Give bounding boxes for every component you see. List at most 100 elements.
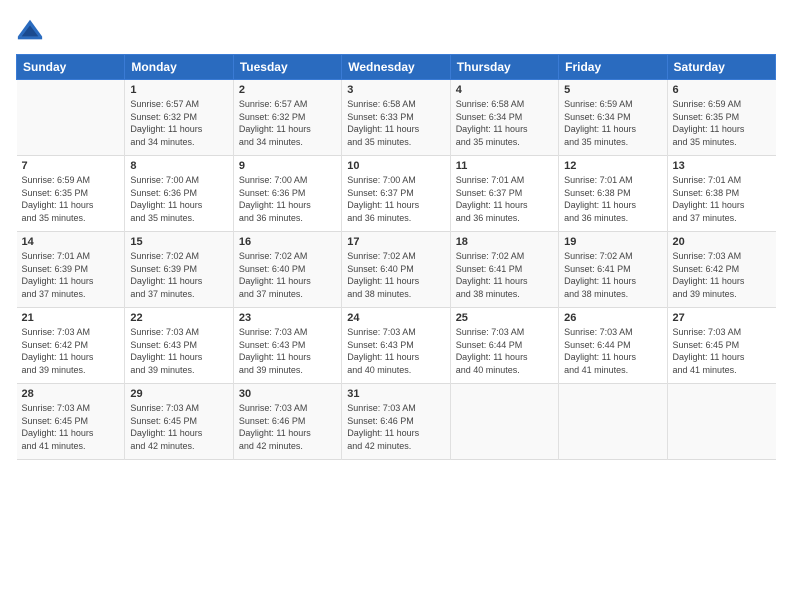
- cell-info: Sunrise: 6:59 AM Sunset: 6:34 PM Dayligh…: [564, 98, 661, 148]
- calendar-cell: 20Sunrise: 7:03 AM Sunset: 6:42 PM Dayli…: [667, 232, 775, 308]
- calendar-cell: 14 Sunrise: 7:01 AM Sunset: 6:39 PM Dayli…: [17, 232, 125, 308]
- day-number: 4: [456, 84, 553, 96]
- day-number: 25: [456, 312, 553, 324]
- calendar-cell: 25Sunrise: 7:03 AM Sunset: 6:44 PM Dayli…: [450, 308, 558, 384]
- calendar-cell: 24 Sunrise: 7:03 AM Sunset: 6:43 PM Dayli…: [342, 308, 450, 384]
- calendar-cell: 21 Sunrise: 7:03 AM Sunset: 6:42 PM Dayli…: [17, 308, 125, 384]
- cell-info: Sunrise: 7:03 AM Sunset: 6:43 PM Dayligh…: [347, 326, 444, 376]
- cell-info: Sunrise: 7:02 AM Sunset: 6:41 PM Dayligh…: [564, 250, 661, 300]
- calendar-cell: 15 Sunrise: 7:02 AM Sunset: 6:39 PM Dayli…: [125, 232, 233, 308]
- calendar-cell: 3 Sunrise: 6:58 AM Sunset: 6:33 PM Daylig…: [342, 80, 450, 156]
- day-number: 29: [130, 388, 227, 400]
- calendar-cell: [559, 384, 667, 460]
- calendar-cell: 27 Sunrise: 7:03 AM Sunset: 6:45 PM Dayli…: [667, 308, 775, 384]
- day-number: 16: [239, 236, 336, 248]
- day-number: 9: [239, 160, 336, 172]
- calendar-cell: 17 Sunrise: 7:02 AM Sunset: 6:40 PM Dayli…: [342, 232, 450, 308]
- cell-info: Sunrise: 6:58 AM Sunset: 6:33 PM Dayligh…: [347, 98, 444, 148]
- logo-icon: [16, 16, 44, 44]
- day-number: 26: [564, 312, 661, 324]
- cell-info: Sunrise: 7:03 AM Sunset: 6:43 PM Dayligh…: [130, 326, 227, 376]
- calendar-cell: 18Sunrise: 7:02 AM Sunset: 6:41 PM Dayli…: [450, 232, 558, 308]
- header: [16, 16, 776, 44]
- calendar-week-1: 1Sunrise: 6:57 AM Sunset: 6:32 PM Daylig…: [17, 80, 776, 156]
- cell-info: Sunrise: 7:03 AM Sunset: 6:43 PM Dayligh…: [239, 326, 336, 376]
- day-number: 19: [564, 236, 661, 248]
- day-number: 10: [347, 160, 444, 172]
- day-number: 20: [673, 236, 771, 248]
- day-number: 24: [347, 312, 444, 324]
- day-number: 3: [347, 84, 444, 96]
- header-cell-thursday: Thursday: [450, 55, 558, 80]
- cell-info: Sunrise: 7:02 AM Sunset: 6:39 PM Dayligh…: [130, 250, 227, 300]
- calendar-body: 1Sunrise: 6:57 AM Sunset: 6:32 PM Daylig…: [17, 80, 776, 460]
- day-number: 17: [347, 236, 444, 248]
- day-number: 21: [22, 312, 120, 324]
- cell-info: Sunrise: 7:03 AM Sunset: 6:42 PM Dayligh…: [22, 326, 120, 376]
- calendar-cell: [17, 80, 125, 156]
- calendar-table: SundayMondayTuesdayWednesdayThursdayFrid…: [16, 54, 776, 460]
- calendar-cell: 2 Sunrise: 6:57 AM Sunset: 6:32 PM Daylig…: [233, 80, 341, 156]
- header-cell-saturday: Saturday: [667, 55, 775, 80]
- day-number: 31: [347, 388, 444, 400]
- day-number: 22: [130, 312, 227, 324]
- cell-info: Sunrise: 7:01 AM Sunset: 6:39 PM Dayligh…: [22, 250, 120, 300]
- cell-info: Sunrise: 7:00 AM Sunset: 6:36 PM Dayligh…: [130, 174, 227, 224]
- day-number: 2: [239, 84, 336, 96]
- cell-info: Sunrise: 6:57 AM Sunset: 6:32 PM Dayligh…: [130, 98, 227, 148]
- day-number: 14: [22, 236, 120, 248]
- cell-info: Sunrise: 6:58 AM Sunset: 6:34 PM Dayligh…: [456, 98, 553, 148]
- cell-info: Sunrise: 6:57 AM Sunset: 6:32 PM Dayligh…: [239, 98, 336, 148]
- calendar-cell: 7Sunrise: 6:59 AM Sunset: 6:35 PM Daylig…: [17, 156, 125, 232]
- day-number: 7: [22, 160, 120, 172]
- calendar-cell: 31Sunrise: 7:03 AM Sunset: 6:46 PM Dayli…: [342, 384, 450, 460]
- header-cell-monday: Monday: [125, 55, 233, 80]
- calendar-cell: 5 Sunrise: 6:59 AM Sunset: 6:34 PM Daylig…: [559, 80, 667, 156]
- day-number: 8: [130, 160, 227, 172]
- day-number: 30: [239, 388, 336, 400]
- calendar-cell: 12 Sunrise: 7:01 AM Sunset: 6:38 PM Dayli…: [559, 156, 667, 232]
- header-cell-sunday: Sunday: [17, 55, 125, 80]
- calendar-week-2: 7Sunrise: 6:59 AM Sunset: 6:35 PM Daylig…: [17, 156, 776, 232]
- cell-info: Sunrise: 7:02 AM Sunset: 6:40 PM Dayligh…: [239, 250, 336, 300]
- day-number: 27: [673, 312, 771, 324]
- calendar-cell: 16 Sunrise: 7:02 AM Sunset: 6:40 PM Dayli…: [233, 232, 341, 308]
- cell-info: Sunrise: 7:02 AM Sunset: 6:40 PM Dayligh…: [347, 250, 444, 300]
- day-number: 28: [22, 388, 120, 400]
- day-number: 13: [673, 160, 771, 172]
- cell-info: Sunrise: 7:00 AM Sunset: 6:36 PM Dayligh…: [239, 174, 336, 224]
- logo: [16, 16, 48, 44]
- header-cell-tuesday: Tuesday: [233, 55, 341, 80]
- cell-info: Sunrise: 7:03 AM Sunset: 6:45 PM Dayligh…: [22, 402, 120, 452]
- cell-info: Sunrise: 7:01 AM Sunset: 6:37 PM Dayligh…: [456, 174, 553, 224]
- cell-info: Sunrise: 7:01 AM Sunset: 6:38 PM Dayligh…: [564, 174, 661, 224]
- cell-info: Sunrise: 7:03 AM Sunset: 6:45 PM Dayligh…: [130, 402, 227, 452]
- calendar-cell: 30Sunrise: 7:03 AM Sunset: 6:46 PM Dayli…: [233, 384, 341, 460]
- cell-info: Sunrise: 7:02 AM Sunset: 6:41 PM Dayligh…: [456, 250, 553, 300]
- calendar-cell: 13 Sunrise: 7:01 AM Sunset: 6:38 PM Dayli…: [667, 156, 775, 232]
- calendar-cell: 10 Sunrise: 7:00 AM Sunset: 6:37 PM Dayli…: [342, 156, 450, 232]
- calendar-cell: 8 Sunrise: 7:00 AM Sunset: 6:36 PM Daylig…: [125, 156, 233, 232]
- cell-info: Sunrise: 7:01 AM Sunset: 6:38 PM Dayligh…: [673, 174, 771, 224]
- calendar-cell: 11 Sunrise: 7:01 AM Sunset: 6:37 PM Dayli…: [450, 156, 558, 232]
- day-number: 12: [564, 160, 661, 172]
- header-row: SundayMondayTuesdayWednesdayThursdayFrid…: [17, 55, 776, 80]
- calendar-week-3: 14 Sunrise: 7:01 AM Sunset: 6:39 PM Dayli…: [17, 232, 776, 308]
- calendar-cell: 19 Sunrise: 7:02 AM Sunset: 6:41 PM Dayli…: [559, 232, 667, 308]
- header-cell-wednesday: Wednesday: [342, 55, 450, 80]
- day-number: 15: [130, 236, 227, 248]
- cell-info: Sunrise: 6:59 AM Sunset: 6:35 PM Dayligh…: [673, 98, 771, 148]
- cell-info: Sunrise: 7:03 AM Sunset: 6:45 PM Dayligh…: [673, 326, 771, 376]
- calendar-cell: 26 Sunrise: 7:03 AM Sunset: 6:44 PM Dayli…: [559, 308, 667, 384]
- calendar-header: SundayMondayTuesdayWednesdayThursdayFrid…: [17, 55, 776, 80]
- cell-info: Sunrise: 7:00 AM Sunset: 6:37 PM Dayligh…: [347, 174, 444, 224]
- day-number: 5: [564, 84, 661, 96]
- calendar-cell: 4 Sunrise: 6:58 AM Sunset: 6:34 PM Daylig…: [450, 80, 558, 156]
- calendar-cell: 22 Sunrise: 7:03 AM Sunset: 6:43 PM Dayli…: [125, 308, 233, 384]
- day-number: 11: [456, 160, 553, 172]
- calendar-week-4: 21 Sunrise: 7:03 AM Sunset: 6:42 PM Dayli…: [17, 308, 776, 384]
- cell-info: Sunrise: 7:03 AM Sunset: 6:44 PM Dayligh…: [564, 326, 661, 376]
- day-number: 23: [239, 312, 336, 324]
- calendar-cell: [450, 384, 558, 460]
- day-number: 6: [673, 84, 771, 96]
